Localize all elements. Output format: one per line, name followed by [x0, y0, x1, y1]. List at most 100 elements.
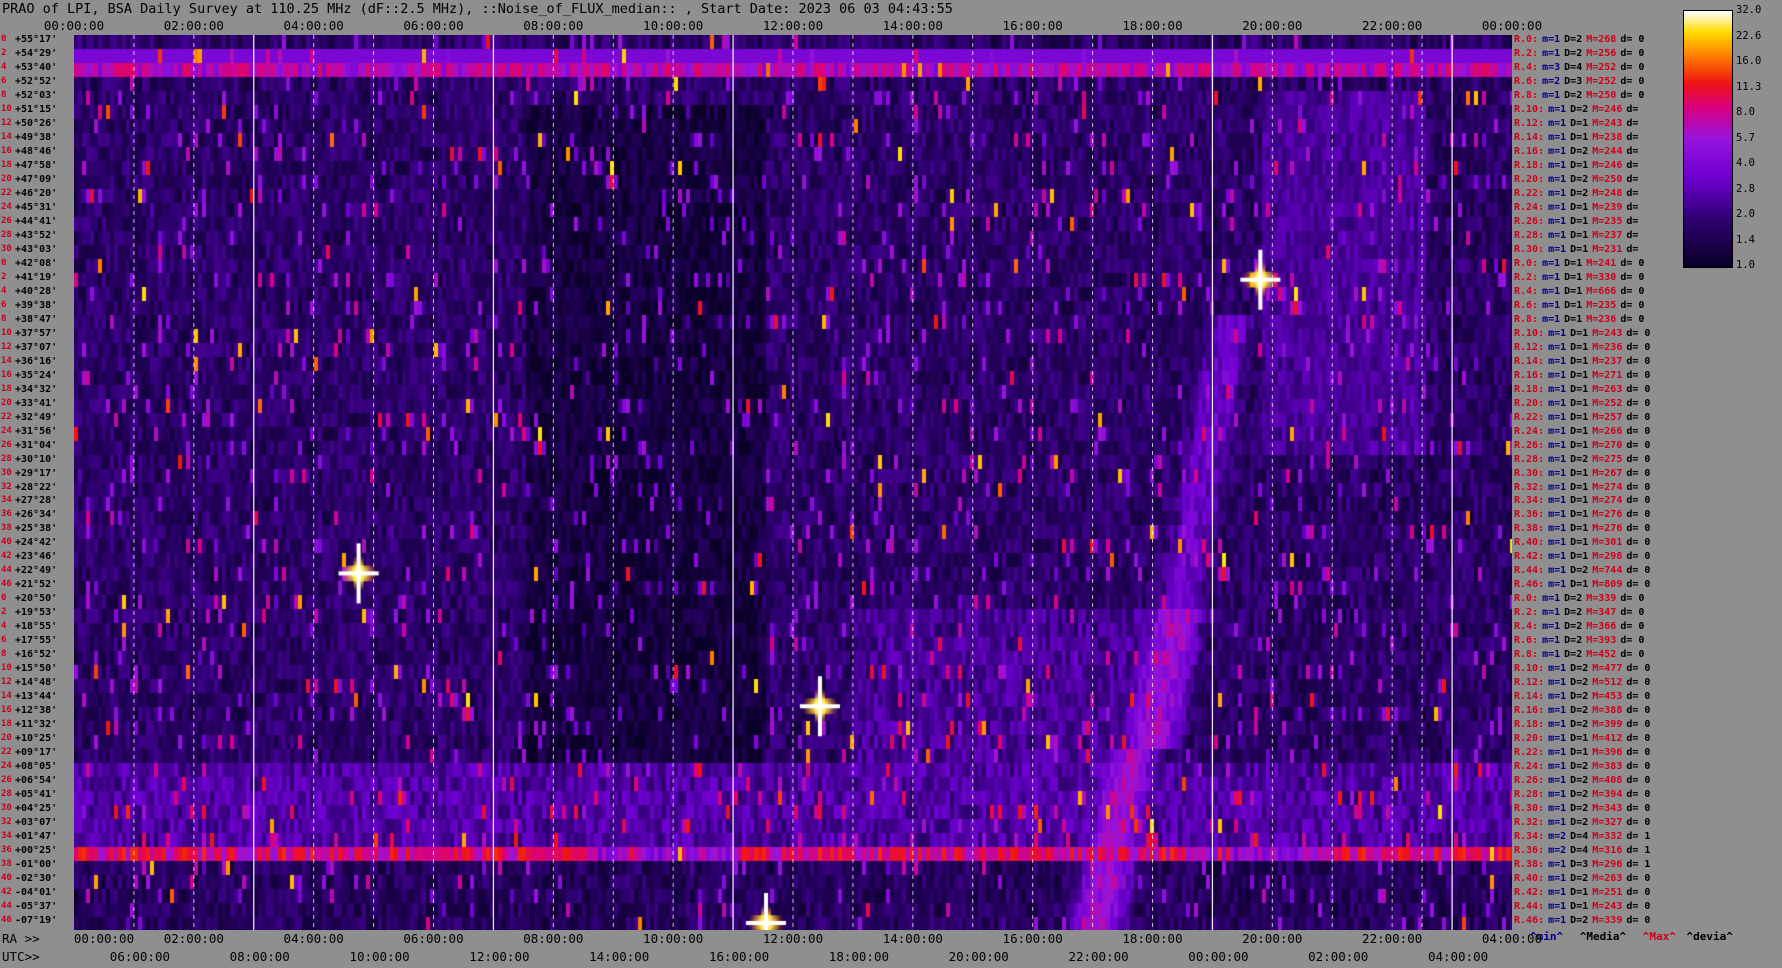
y-index-label: 12 [1, 341, 12, 352]
y-tick-label: +39°38' [15, 299, 58, 311]
stat-m: m=1 [1542, 593, 1561, 605]
stat-m: m=1 [1548, 789, 1567, 801]
stat-m: m=1 [1548, 677, 1567, 689]
stat-mm: M=339 [1586, 593, 1617, 605]
stat-dd: d= 0 [1620, 649, 1645, 661]
stat-m: m=1 [1548, 173, 1567, 185]
stat-d: D=2 [1564, 635, 1583, 647]
stat-mm: M=388 [1592, 705, 1623, 717]
stat-m: m=1 [1542, 257, 1561, 269]
stat-row: R.4: m=1 D=2 M=366 d= 0 [1514, 621, 1644, 632]
stat-mm: M=252 [1586, 75, 1617, 87]
stat-dd: d= 0 [1626, 733, 1651, 745]
stat-row: R.32: m=1 D=2 M=327 d= 0 [1514, 817, 1650, 828]
stat-mm: M=394 [1592, 789, 1623, 801]
y-index-label: 36 [1, 509, 12, 520]
y-tick-label: +44°41' [15, 215, 58, 227]
stat-dd: d= 0 [1620, 61, 1645, 73]
stat-mm: M=744 [1592, 565, 1623, 577]
stat-dd: d= 0 [1626, 537, 1651, 549]
y-index-label: 42 [1, 551, 12, 562]
y-tick-label: +05°41' [15, 789, 58, 801]
stat-row: R.18: m=1 D=1 M=263 d= 0 [1514, 384, 1650, 395]
stat-r: R.26: [1514, 439, 1545, 451]
y-tick-label: +31°56' [15, 425, 58, 437]
stat-m: m=1 [1548, 103, 1567, 115]
stat-m: m=1 [1542, 313, 1561, 325]
stat-m: m=2 [1548, 831, 1567, 843]
stat-mm: M=301 [1592, 537, 1623, 549]
stat-d: D=1 [1570, 509, 1589, 521]
stat-m: m=1 [1542, 649, 1561, 661]
stat-r: R.12: [1514, 117, 1545, 129]
y-tick-label: +46°20' [15, 187, 58, 199]
stat-mm: M=271 [1592, 369, 1623, 381]
stat-dd: d= 0 [1620, 257, 1645, 269]
y-index-label: 8 [1, 313, 7, 324]
stat-mm: M=237 [1592, 355, 1623, 367]
stat-r: R.42: [1514, 551, 1545, 563]
y-index-label: 10 [1, 327, 12, 338]
y-tick-label: -07°19' [15, 915, 58, 927]
stat-mm: M=244 [1592, 145, 1623, 157]
stat-r: R.4: [1514, 61, 1539, 73]
stat-row: R.14: m=1 D=1 M=237 d= 0 [1514, 356, 1650, 367]
y-index-label: 14 [1, 355, 12, 366]
stat-d: D=1 [1570, 537, 1589, 549]
y-tick-label: +42°08' [15, 257, 58, 269]
stat-mm: M=274 [1592, 481, 1623, 493]
stat-m: m=1 [1548, 397, 1567, 409]
stat-d: D=1 [1570, 159, 1589, 171]
stat-mm: M=332 [1592, 831, 1623, 843]
stat-r: R.32: [1514, 481, 1545, 493]
heatmap-plot [74, 35, 1512, 930]
y-tick-label: +40°28' [15, 285, 58, 297]
top-x-tick: 20:00:00 [1242, 18, 1303, 33]
utc-tick: 04:00:00 [1427, 949, 1489, 964]
stat-row: R.0: m=1 D=2 M=268 d= 0 [1514, 34, 1644, 45]
y-tick-label: +11°32' [15, 719, 58, 731]
stat-d: D=1 [1570, 551, 1589, 563]
y-tick-label: +33°41' [15, 397, 58, 409]
stat-dd: d= 0 [1626, 341, 1651, 353]
stat-dd: d= 0 [1626, 509, 1651, 521]
y-index-label: 0 [1, 257, 7, 268]
y-index-label: 22 [1, 747, 12, 758]
y-index-label: 12 [1, 677, 12, 688]
colorbar-label: 1.0 [1736, 259, 1755, 271]
stat-m: m=1 [1548, 159, 1567, 171]
stat-row: R.40: m=1 D=1 M=301 d= 0 [1514, 537, 1650, 548]
stat-d: D=2 [1564, 621, 1583, 633]
stat-d: D=2 [1564, 47, 1583, 59]
stat-d: D=1 [1570, 397, 1589, 409]
stat-dd: d= [1626, 145, 1639, 157]
colorbar-label: 5.7 [1736, 131, 1755, 144]
y-tick-label: +37°57' [15, 327, 58, 339]
stat-mm: M=330 [1586, 271, 1617, 283]
stat-m: m=1 [1542, 47, 1561, 59]
stat-m: m=1 [1548, 425, 1567, 437]
stat-row: R.34: m=2 D=4 M=332 d= 1 [1514, 831, 1650, 842]
stat-m: m=1 [1548, 537, 1567, 549]
utc-tick: 00:00:00 [1188, 949, 1249, 964]
stat-m: m=1 [1548, 775, 1567, 787]
utc-tick: 16:00:00 [708, 949, 770, 964]
y-tick-label: +52°52' [15, 75, 58, 87]
stat-row: R.6: m=1 D=2 M=393 d= 0 [1514, 635, 1644, 646]
y-index-label: 10 [1, 663, 12, 674]
y-tick-label: +35°24' [15, 369, 58, 381]
stat-row: R.8: m=1 D=2 M=250 d= 0 [1514, 90, 1644, 101]
y-index-label: 14 [1, 131, 12, 142]
stat-r: R.22: [1514, 747, 1545, 759]
stat-dd: d= 0 [1626, 663, 1651, 675]
top-x-tick: 14:00:00 [882, 18, 943, 33]
stat-row: R.10: m=1 D=2 M=477 d= 0 [1514, 663, 1650, 674]
stat-dd: d= 0 [1620, 607, 1645, 619]
stat-r: R.2: [1514, 607, 1539, 619]
stat-mm: M=477 [1592, 663, 1623, 675]
stat-mm: M=257 [1592, 411, 1623, 423]
stat-m: m=1 [1542, 89, 1561, 101]
stat-m: m=1 [1548, 915, 1567, 927]
top-x-tick: 00:00:00 [43, 18, 105, 33]
y-tick-label: +06°54' [15, 775, 58, 787]
